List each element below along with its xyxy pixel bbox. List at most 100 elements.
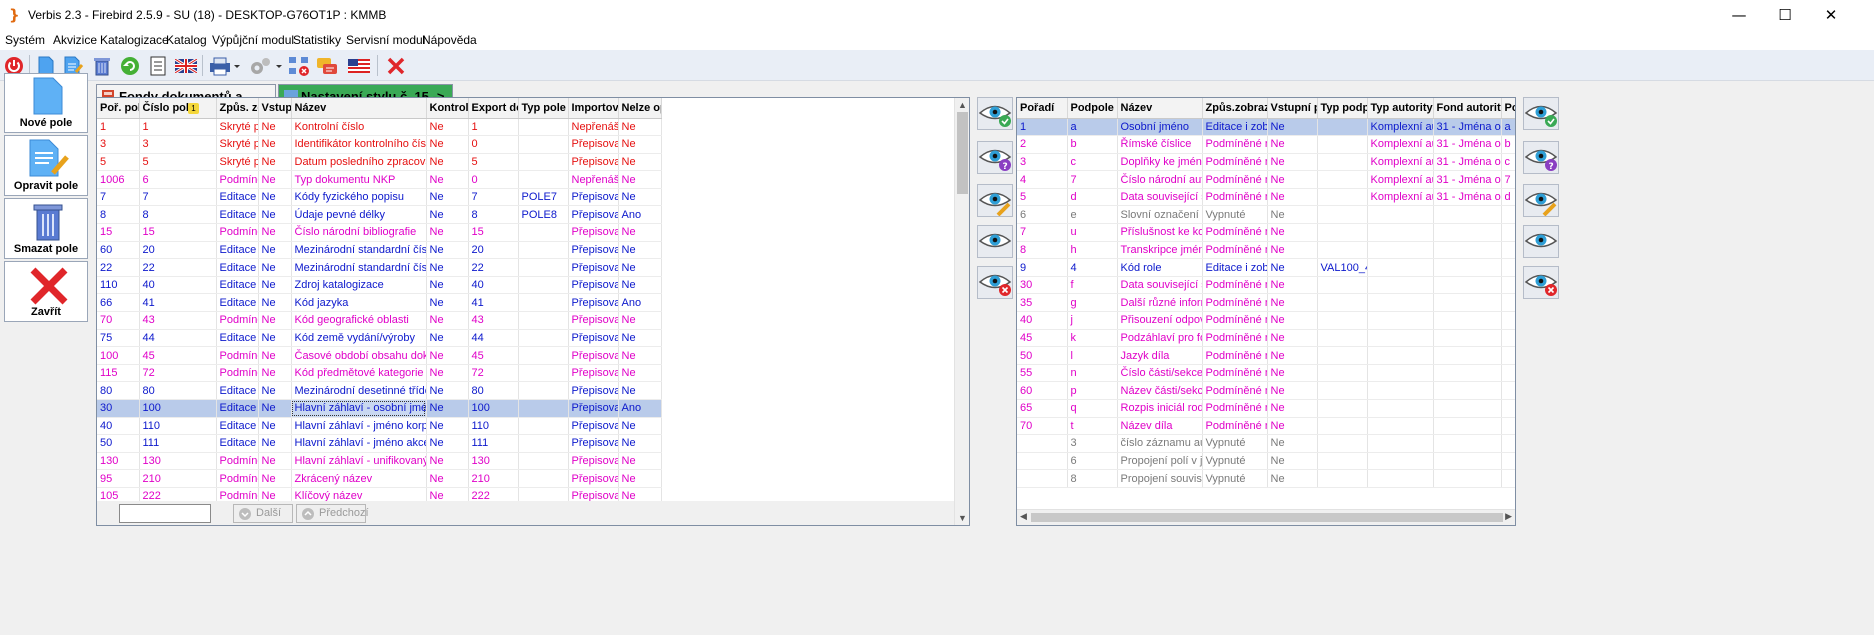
table-cell[interactable]: 43 bbox=[139, 311, 217, 330]
table-cell[interactable]: POLE8 bbox=[518, 205, 569, 225]
table-cell[interactable]: Ne bbox=[1267, 170, 1318, 189]
table-cell[interactable] bbox=[1501, 293, 1515, 313]
table-cell[interactable]: 0 bbox=[468, 170, 519, 189]
table-row[interactable]: 60pNázev části/sekce dPodmíněné nepiNe bbox=[1017, 381, 1515, 400]
table-row[interactable]: 130130PodmíněnNeHlavní záhlaví - unifiko… bbox=[97, 452, 662, 471]
table-cell[interactable]: f bbox=[1067, 276, 1118, 295]
table-cell[interactable]: Ne bbox=[1267, 205, 1318, 225]
menu-system[interactable]: Systém bbox=[5, 33, 45, 47]
table-cell[interactable]: Komplexní aut. bbox=[1367, 135, 1434, 154]
next-button[interactable]: Další bbox=[233, 504, 293, 523]
table-row[interactable]: 10045PodmíněnNeČasové období obsahu doku… bbox=[97, 346, 662, 365]
table-cell[interactable]: h bbox=[1067, 241, 1118, 260]
table-cell[interactable]: Časové období obsahu dokumen bbox=[291, 346, 427, 365]
table-cell[interactable]: Nepřenášet bbox=[568, 118, 619, 137]
table-row[interactable]: 80 80 Editace i Ne Mezinárodní desetinné tří… bbox=[97, 381, 662, 400]
table-cell[interactable]: Podzáhlaví pro form bbox=[1117, 329, 1203, 348]
table-row[interactable]: 6Propojení polí v jinéVypnutéNe bbox=[1017, 452, 1515, 471]
scroll-left-icon[interactable]: ◀ bbox=[1020, 511, 1027, 522]
fields-grid-scrollbar[interactable]: ▲ ▼ bbox=[954, 98, 969, 525]
table-cell[interactable]: 3 bbox=[1067, 434, 1118, 453]
table-cell[interactable] bbox=[1367, 381, 1434, 400]
table-cell[interactable] bbox=[1367, 329, 1434, 348]
table-cell[interactable]: Ne bbox=[1267, 188, 1318, 207]
table-cell[interactable]: Ne bbox=[1267, 311, 1318, 330]
table-cell[interactable]: 111 bbox=[139, 434, 217, 453]
table-cell[interactable]: Hlavní záhlaví - jméno akce bbox=[291, 434, 427, 453]
table-cell[interactable]: Podmíněn bbox=[216, 364, 259, 383]
table-cell[interactable]: Ne bbox=[258, 241, 292, 260]
table-cell[interactable]: Rozpis iniciál rodnéh bbox=[1117, 399, 1203, 418]
table-cell[interactable]: Ne bbox=[426, 205, 469, 225]
table-cell[interactable]: 130 bbox=[468, 452, 519, 471]
table-cell[interactable]: Ano bbox=[618, 205, 662, 225]
table-cell[interactable]: Podmíněné nepi bbox=[1202, 381, 1268, 400]
table-cell[interactable] bbox=[1367, 311, 1434, 330]
table-row[interactable]: 3cDoplňky ke jménu jinPodmíněné nepiNeKo… bbox=[1017, 153, 1515, 172]
table-cell[interactable]: Ne bbox=[1267, 364, 1318, 383]
table-cell[interactable]: Ne bbox=[1267, 452, 1318, 471]
table-cell[interactable]: p bbox=[1067, 381, 1118, 400]
table-cell[interactable]: Ne bbox=[426, 364, 469, 383]
table-cell[interactable]: Ne bbox=[426, 118, 469, 137]
left-col-header[interactable]: Název bbox=[291, 98, 427, 119]
table-row[interactable]: 7 7 Editace i Ne Kódy fyzického popisu Ne 7 POL… bbox=[97, 188, 662, 207]
table-cell[interactable]: 1 bbox=[139, 118, 217, 137]
right-col-header[interactable]: Název bbox=[1117, 98, 1203, 119]
table-cell[interactable]: 5 bbox=[139, 153, 217, 172]
table-cell[interactable]: 130 bbox=[139, 452, 217, 471]
table-cell[interactable]: Přepisovat bbox=[568, 241, 619, 260]
table-cell[interactable]: Kontrolní číslo bbox=[291, 118, 427, 137]
table-cell[interactable]: Přepisovat bbox=[568, 417, 619, 436]
table-cell[interactable]: Hlavní záhlaví - jméno korporace bbox=[291, 417, 427, 436]
table-cell[interactable]: Osobní jméno bbox=[1117, 118, 1203, 137]
table-cell[interactable]: 9 bbox=[1017, 258, 1068, 277]
table-cell[interactable] bbox=[1433, 469, 1502, 488]
menu-statistiky[interactable]: Statistiky bbox=[293, 33, 341, 47]
table-cell[interactable]: Název části/sekce d bbox=[1117, 381, 1203, 400]
table-cell[interactable]: Identifikátor kontrolního čísla bbox=[291, 135, 427, 154]
table-cell[interactable]: 72 bbox=[139, 364, 217, 383]
table-cell[interactable]: Transkripce jména bbox=[1117, 241, 1203, 260]
table-cell[interactable] bbox=[1017, 452, 1068, 471]
table-cell[interactable]: Editace i bbox=[216, 241, 259, 260]
table-cell[interactable] bbox=[1367, 434, 1434, 453]
table-cell[interactable]: Ne bbox=[258, 469, 292, 488]
table-cell[interactable]: 22 bbox=[97, 258, 140, 277]
table-cell[interactable]: 22 bbox=[139, 258, 217, 277]
table-cell[interactable]: Podmíněné nepi bbox=[1202, 153, 1268, 172]
table-cell[interactable]: b bbox=[1067, 135, 1118, 154]
table-cell[interactable] bbox=[1367, 223, 1434, 242]
table-cell[interactable]: e bbox=[1067, 205, 1118, 225]
right-col-header[interactable]: Způs.zobraze bbox=[1202, 98, 1268, 119]
table-cell[interactable]: Typ dokumentu NKP bbox=[291, 170, 427, 189]
left-col-header[interactable]: Typ pole bbox=[518, 98, 569, 119]
table-cell[interactable] bbox=[518, 346, 569, 365]
table-cell[interactable]: 40 bbox=[97, 417, 140, 436]
table-cell[interactable] bbox=[1367, 276, 1434, 295]
table-cell[interactable]: Přepisovat bbox=[568, 329, 619, 348]
table-cell[interactable] bbox=[518, 399, 569, 418]
table-cell[interactable] bbox=[1501, 381, 1515, 400]
table-cell[interactable]: Nepřenášet bbox=[568, 170, 619, 189]
table-cell[interactable] bbox=[1501, 417, 1515, 436]
table-cell[interactable]: Přepisovat bbox=[568, 364, 619, 383]
table-cell[interactable]: 110 bbox=[139, 417, 217, 436]
table-row[interactable]: 60 20 Editace i Ne Mezinárodní standardní čí… bbox=[97, 241, 662, 260]
table-row[interactable]: 1aOsobní jménoEditace i zobrazNeKomplexn… bbox=[1017, 118, 1515, 137]
left-col-header[interactable]: Kontrol. bbox=[426, 98, 469, 119]
table-cell[interactable]: Data související se j bbox=[1117, 188, 1203, 207]
table-cell[interactable]: Vypnuté bbox=[1202, 434, 1268, 453]
table-cell[interactable]: Ne bbox=[1267, 346, 1318, 365]
table-cell[interactable] bbox=[1317, 381, 1368, 400]
table-cell[interactable]: 4 bbox=[1017, 170, 1068, 189]
table-cell[interactable] bbox=[518, 364, 569, 383]
table-cell[interactable]: Ne bbox=[618, 170, 662, 189]
table-cell[interactable] bbox=[1317, 188, 1368, 207]
table-cell[interactable]: c bbox=[1067, 153, 1118, 172]
table-cell[interactable]: 66 bbox=[97, 293, 140, 313]
table-cell[interactable]: Ne bbox=[426, 434, 469, 453]
table-cell[interactable]: Ne bbox=[618, 346, 662, 365]
table-cell[interactable]: Editace i zobraz bbox=[1202, 118, 1268, 137]
table-cell[interactable]: Jazyk díla bbox=[1117, 346, 1203, 365]
